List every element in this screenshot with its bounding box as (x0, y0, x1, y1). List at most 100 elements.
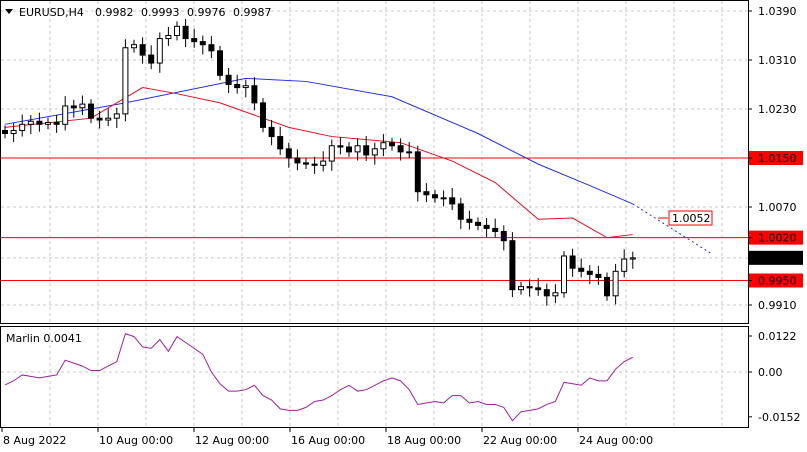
candle (354, 138, 361, 161)
candle (432, 189, 438, 203)
chart-header: EURUSD,H4 0.9982 0.9993 0.9976 0.9987 Ma… (5, 6, 272, 345)
candle (311, 156, 318, 174)
candle (578, 258, 585, 278)
candle (234, 74, 241, 94)
marlin-indicator (4, 333, 634, 422)
candle (217, 45, 223, 81)
candle (543, 283, 550, 306)
candle (303, 158, 309, 170)
ohlc-high: 0.9993 (141, 6, 180, 19)
symbol-label: EURUSD,H4 (19, 6, 84, 19)
candle (251, 77, 258, 111)
ohlc-open: 0.9982 (95, 6, 134, 19)
candle (156, 32, 163, 73)
price-tick: 1.0310 (758, 54, 797, 67)
time-tick: 16 Aug 00:00 (291, 434, 365, 447)
candle (466, 210, 473, 230)
moving-averages (4, 77, 711, 254)
candle (389, 137, 395, 151)
candle (174, 21, 180, 41)
candle (586, 265, 593, 285)
candle (371, 142, 378, 165)
candle (191, 28, 198, 48)
indicator-tick: 0.0122 (758, 330, 797, 343)
candle (440, 190, 447, 207)
candle (19, 114, 26, 137)
time-tick: 24 Aug 00:00 (579, 434, 653, 447)
candle (380, 134, 387, 157)
marlin-line (4, 333, 634, 422)
candle (509, 232, 516, 298)
level-price-label: 1.0150 (758, 152, 797, 165)
candle (492, 218, 499, 238)
candle (629, 251, 636, 269)
candle (96, 110, 103, 129)
ohlc-low: 0.9976 (187, 6, 226, 19)
indicator-tick: 0.00 (758, 366, 783, 379)
time-tick: 18 Aug 00:00 (387, 434, 461, 447)
collapse-triangle-icon[interactable] (5, 9, 13, 14)
ma-slow-line (4, 77, 633, 205)
time-tick: 10 Aug 00:00 (99, 434, 173, 447)
candle (328, 139, 335, 171)
candle (346, 142, 352, 157)
candle (88, 99, 94, 124)
candle (337, 137, 344, 155)
price-tick: 1.0230 (758, 103, 797, 116)
candle (199, 35, 206, 55)
candle (27, 115, 34, 135)
candle (518, 281, 524, 295)
candle (242, 79, 249, 98)
level-price-label: 1.0020 (758, 232, 797, 245)
candle (612, 263, 619, 305)
time-tick: 8 Aug 2022 (3, 434, 66, 447)
candles (2, 18, 636, 306)
candle (208, 36, 215, 59)
indicator-tick: -0.0152 (758, 411, 800, 424)
horizontal-levels[interactable] (1, 157, 748, 281)
chart-canvas[interactable]: 1.03901.03101.02301.01501.00700.99101.01… (0, 0, 807, 452)
candle (131, 39, 137, 53)
time-tick: 12 Aug 00:00 (195, 434, 269, 447)
candle (414, 145, 421, 202)
candle (569, 248, 576, 277)
current-price-label: 0.9987 (758, 252, 797, 265)
candle (397, 138, 404, 161)
candle (595, 265, 602, 285)
time-tick: 22 Aug 00:00 (483, 434, 557, 447)
ma-fast-line (4, 87, 633, 239)
target-price-label: 1.0052 (672, 212, 711, 225)
candle (320, 151, 327, 172)
candle (36, 112, 43, 132)
candle (225, 67, 232, 94)
candle (475, 217, 481, 231)
level-price-label: 0.9950 (758, 275, 797, 288)
candle (122, 39, 129, 122)
candle (148, 45, 155, 70)
candle (552, 284, 559, 304)
axes: 1.03901.03101.02301.01501.00700.99101.01… (1, 5, 803, 447)
candle (79, 95, 86, 116)
candle (182, 18, 189, 48)
candle (406, 142, 413, 158)
candle (294, 149, 301, 171)
candle (113, 107, 120, 128)
candle (457, 197, 464, 230)
indicator-label: Marlin 0.0041 (6, 332, 82, 345)
trading-chart[interactable]: 1.03901.03101.02301.01501.00700.99101.01… (0, 0, 807, 452)
candle (526, 279, 533, 297)
candle (277, 126, 284, 155)
candle (53, 115, 60, 133)
candle (483, 218, 490, 238)
candle (260, 97, 266, 133)
candle (268, 120, 275, 146)
candle (285, 142, 292, 168)
candle (105, 108, 112, 127)
ohlc-close: 0.9987 (233, 6, 272, 19)
price-tick: 1.0070 (758, 201, 797, 214)
price-tick: 1.0390 (758, 5, 797, 18)
candle (604, 272, 610, 301)
candle (561, 251, 567, 298)
candle (62, 96, 69, 131)
candle (423, 183, 430, 203)
